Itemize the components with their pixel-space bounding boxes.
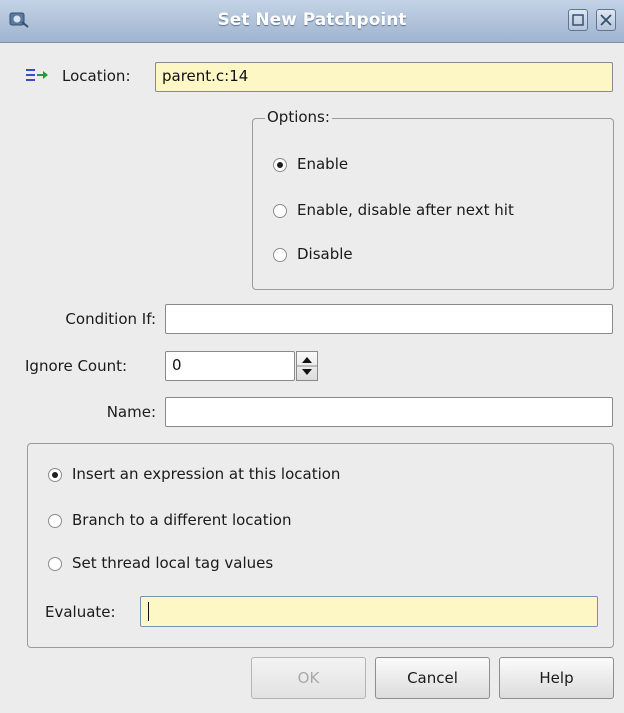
maximize-icon — [572, 14, 584, 26]
close-button[interactable] — [596, 9, 616, 31]
option-enable-disable-after-hit[interactable]: Enable, disable after next hit — [270, 199, 580, 221]
ignore-count-label: Ignore Count: — [25, 357, 128, 375]
action-set-tags-label: Set thread local tag values — [72, 554, 274, 572]
ignore-count-input[interactable]: 0 — [165, 351, 295, 381]
cancel-button[interactable]: Cancel — [375, 657, 490, 699]
evaluate-label: Evaluate: — [45, 603, 116, 621]
action-set-tags[interactable]: Set thread local tag values — [45, 552, 425, 574]
name-label: Name: — [106, 403, 156, 421]
option-disable[interactable]: Disable — [270, 243, 570, 265]
evaluate-input[interactable] — [140, 596, 598, 627]
radio-disable[interactable] — [273, 248, 287, 262]
option-enable[interactable]: Enable — [270, 154, 570, 176]
radio-insert-expression[interactable] — [48, 468, 62, 482]
title-bar[interactable]: Set New Patchpoint — [0, 0, 624, 43]
stepper-arrows-icon — [297, 357, 317, 375]
close-icon — [600, 14, 612, 26]
radio-branch[interactable] — [48, 514, 62, 528]
location-label: Location: — [62, 67, 131, 85]
action-insert-label: Insert an expression at this location — [72, 465, 341, 483]
radio-enable-disable-after-hit[interactable] — [273, 204, 287, 218]
action-insert-expression[interactable]: Insert an expression at this location — [45, 464, 425, 486]
radio-enable[interactable] — [273, 158, 287, 172]
radio-set-tags[interactable] — [48, 557, 62, 571]
help-button[interactable]: Help — [499, 657, 614, 699]
options-legend: Options: — [265, 108, 332, 126]
option-enable-label: Enable — [297, 155, 349, 173]
action-branch[interactable]: Branch to a different location — [45, 509, 425, 531]
location-arrow-icon — [26, 69, 48, 81]
ignore-count-stepper[interactable] — [296, 351, 318, 381]
option-disable-label: Disable — [297, 245, 353, 263]
option-enable-disable-label: Enable, disable after next hit — [297, 201, 514, 219]
text-cursor — [148, 602, 149, 621]
window-title: Set New Patchpoint — [217, 10, 407, 30]
maximize-button[interactable] — [568, 9, 588, 31]
action-branch-label: Branch to a different location — [72, 511, 292, 529]
location-input[interactable]: parent.c:14 — [155, 62, 613, 92]
ok-button[interactable]: OK — [251, 657, 366, 699]
name-input[interactable] — [165, 397, 613, 427]
condition-input[interactable] — [165, 304, 613, 334]
condition-label: Condition If: — [65, 310, 156, 328]
